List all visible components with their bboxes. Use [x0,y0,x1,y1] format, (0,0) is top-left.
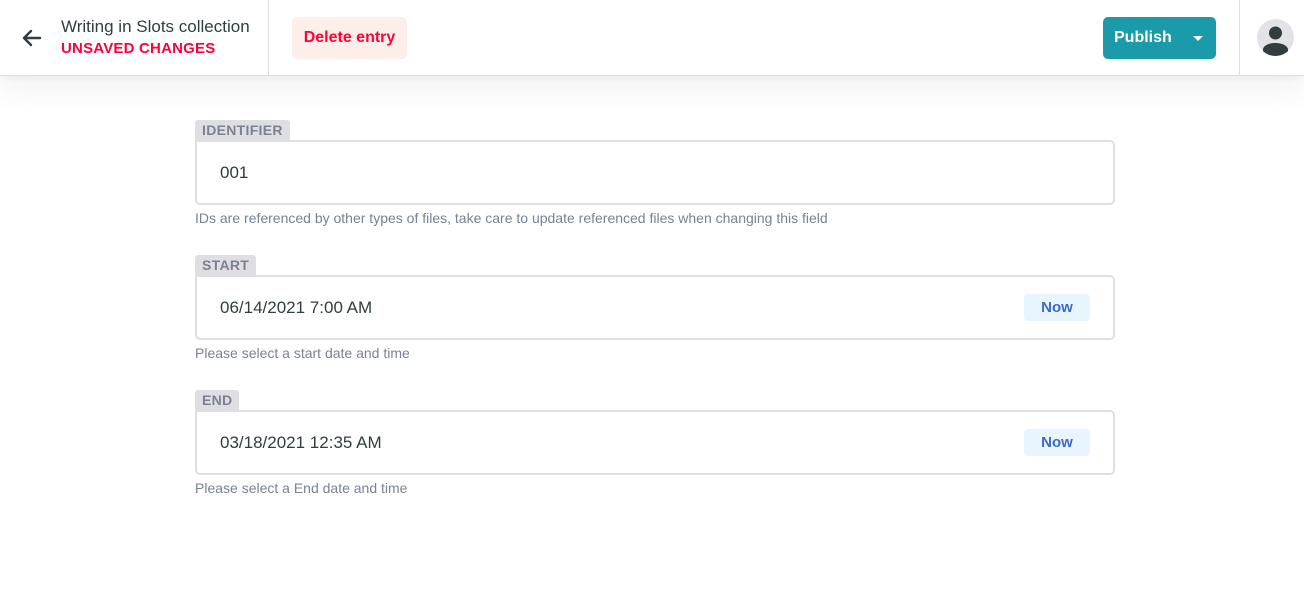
start-now-button[interactable]: Now [1024,294,1090,321]
end-value: 03/18/2021 12:35 AM [220,433,382,452]
start-label: START [195,255,257,275]
identifier-input[interactable]: 001 [195,140,1115,205]
start-datetime-input[interactable]: 06/14/2021 7:00 AM Now [195,275,1115,340]
toolbar-divider [1239,0,1240,76]
arrow-left-icon [22,29,42,47]
publish-button[interactable]: Publish [1103,17,1216,59]
publish-label: Publish [1114,29,1172,46]
start-hint: Please select a start date and time [195,345,410,361]
start-value: 06/14/2021 7:00 AM [220,298,373,317]
entry-title: Writing in Slots collection [61,17,250,36]
delete-entry-button[interactable]: Delete entry [292,17,407,59]
caret-down-icon[interactable] [1193,36,1203,41]
identifier-label: IDENTIFIER [195,120,290,140]
entry-title-block: Writing in Slots collection UNSAVED CHAN… [61,16,250,59]
identifier-hint: IDs are referenced by other types of fil… [195,210,828,226]
user-avatar-icon [1263,26,1288,56]
unsaved-status: UNSAVED CHANGES [61,40,216,57]
editor-toolbar: Writing in Slots collection UNSAVED CHAN… [0,0,1304,76]
end-hint: Please select a End date and time [195,480,408,496]
identifier-value: 001 [220,163,249,182]
end-label: END [195,390,240,410]
back-button[interactable] [18,24,46,52]
toolbar-divider [268,0,269,76]
user-avatar[interactable] [1257,19,1294,56]
end-datetime-input[interactable]: 03/18/2021 12:35 AM Now [195,410,1115,475]
end-now-button[interactable]: Now [1024,429,1090,456]
